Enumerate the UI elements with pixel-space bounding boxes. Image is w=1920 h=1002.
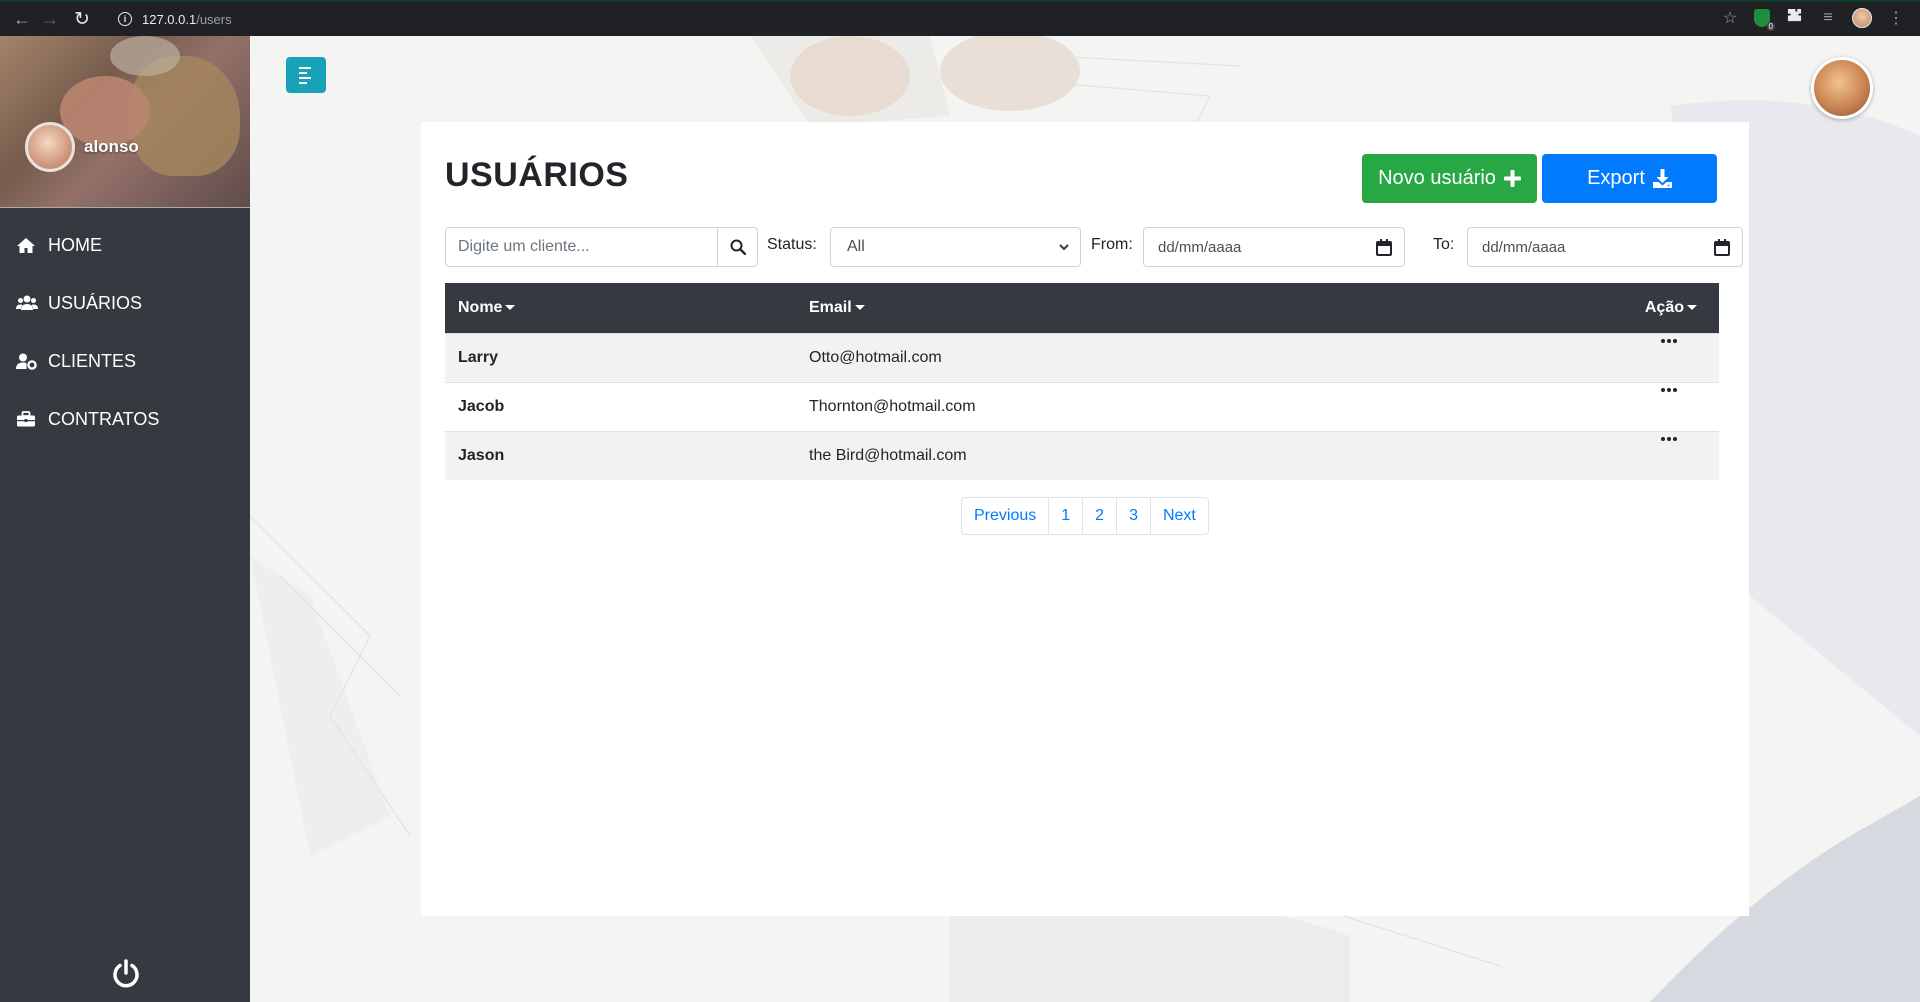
to-date-value: dd/mm/aaaa <box>1482 238 1566 256</box>
user-avatar[interactable] <box>1811 57 1873 119</box>
from-date-value: dd/mm/aaaa <box>1158 238 1242 256</box>
bookmark-star-icon[interactable]: ☆ <box>1720 8 1740 28</box>
url-path: /users <box>196 11 232 27</box>
sidebar-avatar[interactable] <box>25 122 75 172</box>
sidebar-toggle-button[interactable] <box>286 57 326 93</box>
calendar-icon[interactable] <box>1714 239 1730 256</box>
calendar-icon[interactable] <box>1376 239 1392 256</box>
row-actions-cell <box>1559 430 1719 480</box>
home-icon <box>16 237 42 254</box>
users-table: Nome Email Ação Larry Otto@hotmail.com J… <box>445 283 1719 480</box>
new-user-button[interactable]: Novo usuário <box>1362 154 1537 203</box>
more-options-icon[interactable] <box>1661 436 1677 441</box>
pagination-page-3[interactable]: 3 <box>1116 497 1151 535</box>
forward-arrow-icon[interactable]: → <box>36 5 64 33</box>
user-name-cell: Larry <box>445 332 796 382</box>
page-title: USUÁRIOS <box>445 156 629 194</box>
status-value: All <box>847 238 865 255</box>
browser-menu-icon[interactable]: ⋮ <box>1886 8 1906 28</box>
briefcase-icon <box>16 410 42 428</box>
power-off-icon[interactable] <box>110 958 142 990</box>
users-card: USUÁRIOS Novo usuário Export Status: All… <box>421 122 1749 916</box>
caret-down-icon <box>1687 305 1697 311</box>
extension-badge: 0 <box>1766 22 1775 31</box>
pagination: Previous 1 2 3 Next <box>961 497 1209 535</box>
table-row: Jason the Bird@hotmail.com <box>445 430 1719 480</box>
caret-down-icon <box>505 305 516 311</box>
pagination-previous[interactable]: Previous <box>961 497 1050 535</box>
sidebar-profile: alonso <box>0 36 250 208</box>
user-name-cell: Jacob <box>445 381 796 431</box>
sidebar-item-label: CLIENTES <box>48 350 137 371</box>
sidebar-item-label: USUÁRIOS <box>48 292 143 313</box>
pagination-next[interactable]: Next <box>1149 497 1209 535</box>
table-row: Jacob Thornton@hotmail.com <box>445 381 1719 431</box>
search-group <box>445 227 758 267</box>
from-label: From: <box>1091 236 1133 253</box>
row-actions-cell <box>1559 381 1719 431</box>
user-email-cell: the Bird@hotmail.com <box>796 430 1559 480</box>
search-input[interactable] <box>446 228 717 266</box>
new-user-label: Novo usuário <box>1378 167 1496 189</box>
sidebar: alonso HOME USUÁRIOS CLIENTES CONTRATOS <box>0 36 250 1002</box>
row-actions-cell <box>1559 332 1719 382</box>
column-header-email[interactable]: Email <box>796 283 1559 333</box>
url-host: 127.0.0.1 <box>142 11 197 27</box>
browser-profile-avatar[interactable] <box>1852 8 1872 28</box>
status-select[interactable]: All <box>830 227 1081 267</box>
sidebar-menu: HOME USUÁRIOS CLIENTES CONTRATOS <box>0 216 250 448</box>
table-row: Larry Otto@hotmail.com <box>445 332 1719 382</box>
sidebar-item-home[interactable]: HOME <box>0 216 250 274</box>
sidebar-item-label: CONTRATOS <box>48 408 160 429</box>
users-icon <box>16 295 42 311</box>
column-header-action[interactable]: Ação <box>1559 283 1719 333</box>
browser-toolbar: ← → ↻ i 127.0.0.1/users ☆ 0 ≡ ⋮ <box>0 0 1920 36</box>
user-cog-icon <box>16 353 42 370</box>
status-label: Status: <box>767 236 817 253</box>
download-icon <box>1652 169 1672 188</box>
caret-down-icon <box>854 305 865 311</box>
chevron-down-icon <box>1059 244 1069 251</box>
extension-shield-icon[interactable]: 0 <box>1754 9 1775 31</box>
export-button[interactable]: Export <box>1542 154 1717 203</box>
to-date-input[interactable]: dd/mm/aaaa <box>1467 227 1743 267</box>
plus-icon <box>1503 170 1521 187</box>
extensions-puzzle-icon[interactable] <box>1784 8 1804 28</box>
search-icon[interactable] <box>717 228 757 266</box>
back-arrow-icon[interactable]: ← <box>8 5 36 33</box>
user-name-cell: Jason <box>445 430 796 480</box>
reload-icon[interactable]: ↻ <box>68 5 96 33</box>
main-content: USUÁRIOS Novo usuário Export Status: All… <box>250 36 1920 1002</box>
sidebar-item-label: HOME <box>48 234 102 255</box>
sidebar-username: alonso <box>84 137 139 156</box>
reading-list-icon[interactable]: ≡ <box>1818 9 1838 27</box>
pagination-page-2[interactable]: 2 <box>1082 497 1118 535</box>
more-options-icon[interactable] <box>1661 387 1677 392</box>
column-header-label: Nome <box>458 298 503 316</box>
sidebar-item-usuarios[interactable]: USUÁRIOS <box>0 274 250 332</box>
column-header-label: Email <box>809 298 852 316</box>
user-email-cell: Thornton@hotmail.com <box>796 381 1559 431</box>
column-header-label: Ação <box>1644 298 1684 316</box>
site-info-icon[interactable]: i <box>118 12 132 26</box>
sidebar-item-clientes[interactable]: CLIENTES <box>0 332 250 390</box>
pagination-page-1[interactable]: 1 <box>1048 497 1084 535</box>
export-label: Export <box>1587 167 1645 189</box>
sidebar-item-contratos[interactable]: CONTRATOS <box>0 390 250 448</box>
to-label: To: <box>1433 236 1455 253</box>
table-header-row: Nome Email Ação <box>445 283 1719 333</box>
from-date-input[interactable]: dd/mm/aaaa <box>1143 227 1405 267</box>
column-header-name[interactable]: Nome <box>445 283 796 333</box>
user-email-cell: Otto@hotmail.com <box>796 332 1559 382</box>
address-bar[interactable]: i 127.0.0.1/users <box>118 12 232 27</box>
more-options-icon[interactable] <box>1661 338 1677 343</box>
filters-bar: Status: All From: dd/mm/aaaa To: dd/mm/a… <box>445 227 1743 267</box>
